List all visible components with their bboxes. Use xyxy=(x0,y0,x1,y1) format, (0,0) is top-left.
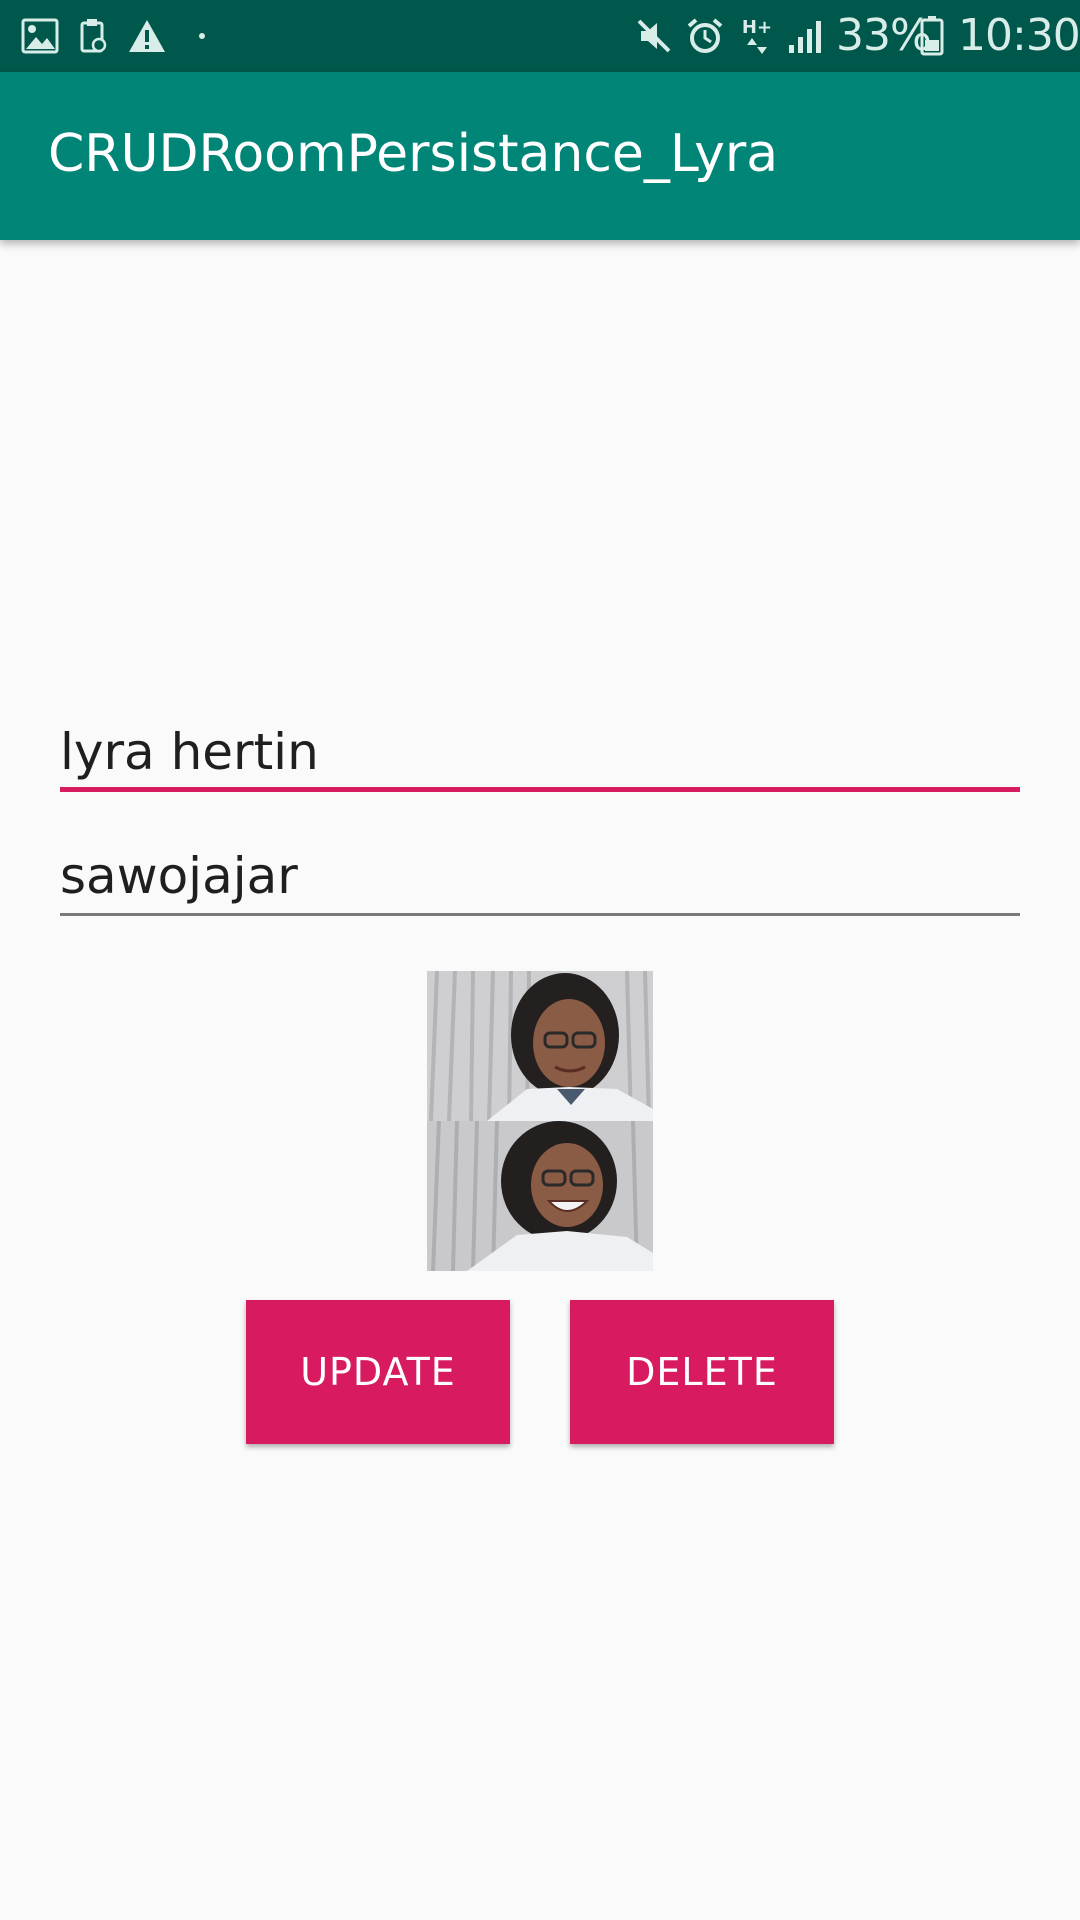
mute-icon xyxy=(634,14,674,58)
profile-photo[interactable] xyxy=(427,1121,653,1271)
name-field[interactable]: lyra hertin xyxy=(60,712,1020,792)
app-bar: CRUDRoomPersistance_Lyra xyxy=(0,72,1080,240)
clock-time: 10:30 xyxy=(958,10,1080,61)
address-field[interactable]: sawojajar xyxy=(60,836,1020,916)
battery-icon xyxy=(918,14,946,58)
alarm-icon xyxy=(684,14,726,58)
network-label: H+ xyxy=(741,17,773,38)
name-field-underline xyxy=(60,787,1020,792)
warning-icon xyxy=(126,14,168,58)
network-hplus-icon: H+ xyxy=(740,14,774,58)
name-field-text: lyra hertin xyxy=(60,723,319,781)
app-title: CRUDRoomPersistance_Lyra xyxy=(48,124,779,184)
address-field-text: sawojajar xyxy=(60,847,298,905)
delete-button[interactable]: DELETE xyxy=(570,1300,834,1444)
address-field-underline xyxy=(60,913,1020,916)
battery-percent: 33% xyxy=(836,10,932,61)
gallery-icon xyxy=(20,14,60,58)
signal-icon xyxy=(786,14,826,58)
clipboard-icon xyxy=(78,14,108,58)
dot-icon xyxy=(192,14,212,58)
profile-photo[interactable] xyxy=(427,971,653,1121)
status-bar: H+ 33% 10:30 xyxy=(0,0,1080,72)
update-button[interactable]: UPDATE xyxy=(246,1300,510,1444)
